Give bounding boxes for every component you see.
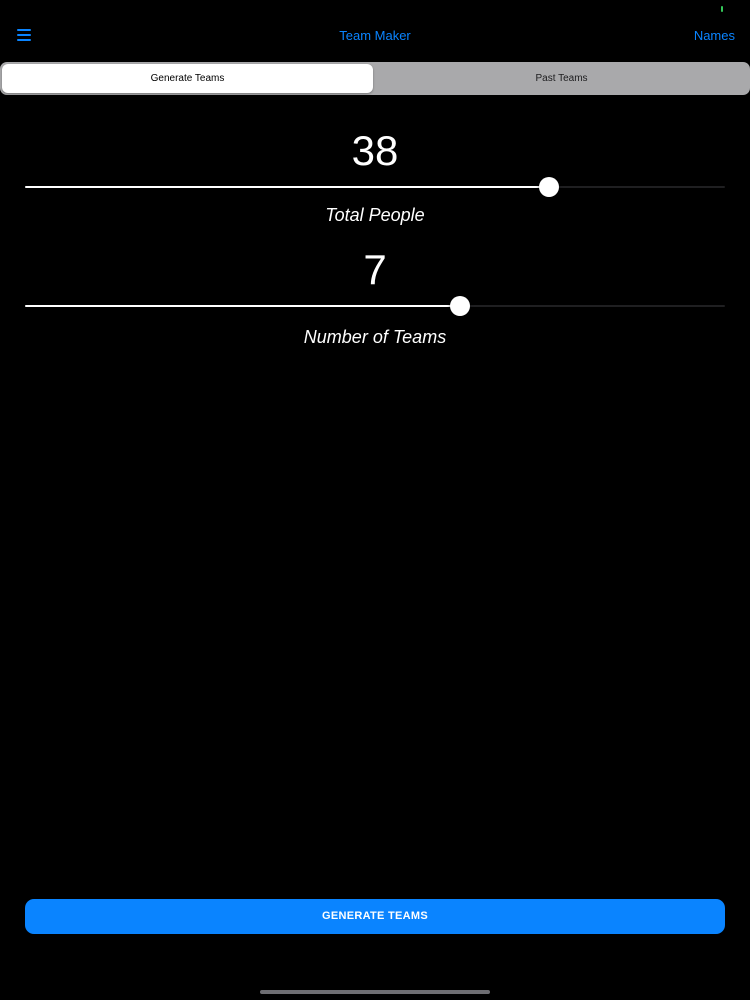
total-people-slider[interactable] <box>25 177 725 197</box>
tab-past-teams[interactable]: Past Teams <box>376 64 747 93</box>
total-people-value: 38 <box>351 127 399 174</box>
generate-teams-button[interactable]: GENERATE TEAMS <box>25 899 725 934</box>
number-of-teams-label: Number of Teams <box>303 327 447 347</box>
total-people-label: Total People <box>325 205 425 225</box>
hamburger-menu-icon[interactable] <box>17 29 31 41</box>
segmented-control: Generate Teams Past Teams <box>0 62 750 95</box>
nav-title: Team Maker <box>339 28 411 43</box>
home-indicator <box>260 990 490 994</box>
slider-thumb[interactable] <box>538 177 559 197</box>
names-button[interactable]: Names <box>694 28 735 43</box>
slider-thumb[interactable] <box>449 296 470 316</box>
slider-fill <box>25 305 460 307</box>
number-of-teams-slider[interactable] <box>25 296 725 316</box>
tab-generate-teams[interactable]: Generate Teams <box>2 64 373 93</box>
number-of-teams-value: 7 <box>363 246 387 293</box>
slider-fill <box>25 186 549 188</box>
navigation-bar: Team Maker Names <box>0 22 750 50</box>
status-indicator <box>721 6 723 12</box>
